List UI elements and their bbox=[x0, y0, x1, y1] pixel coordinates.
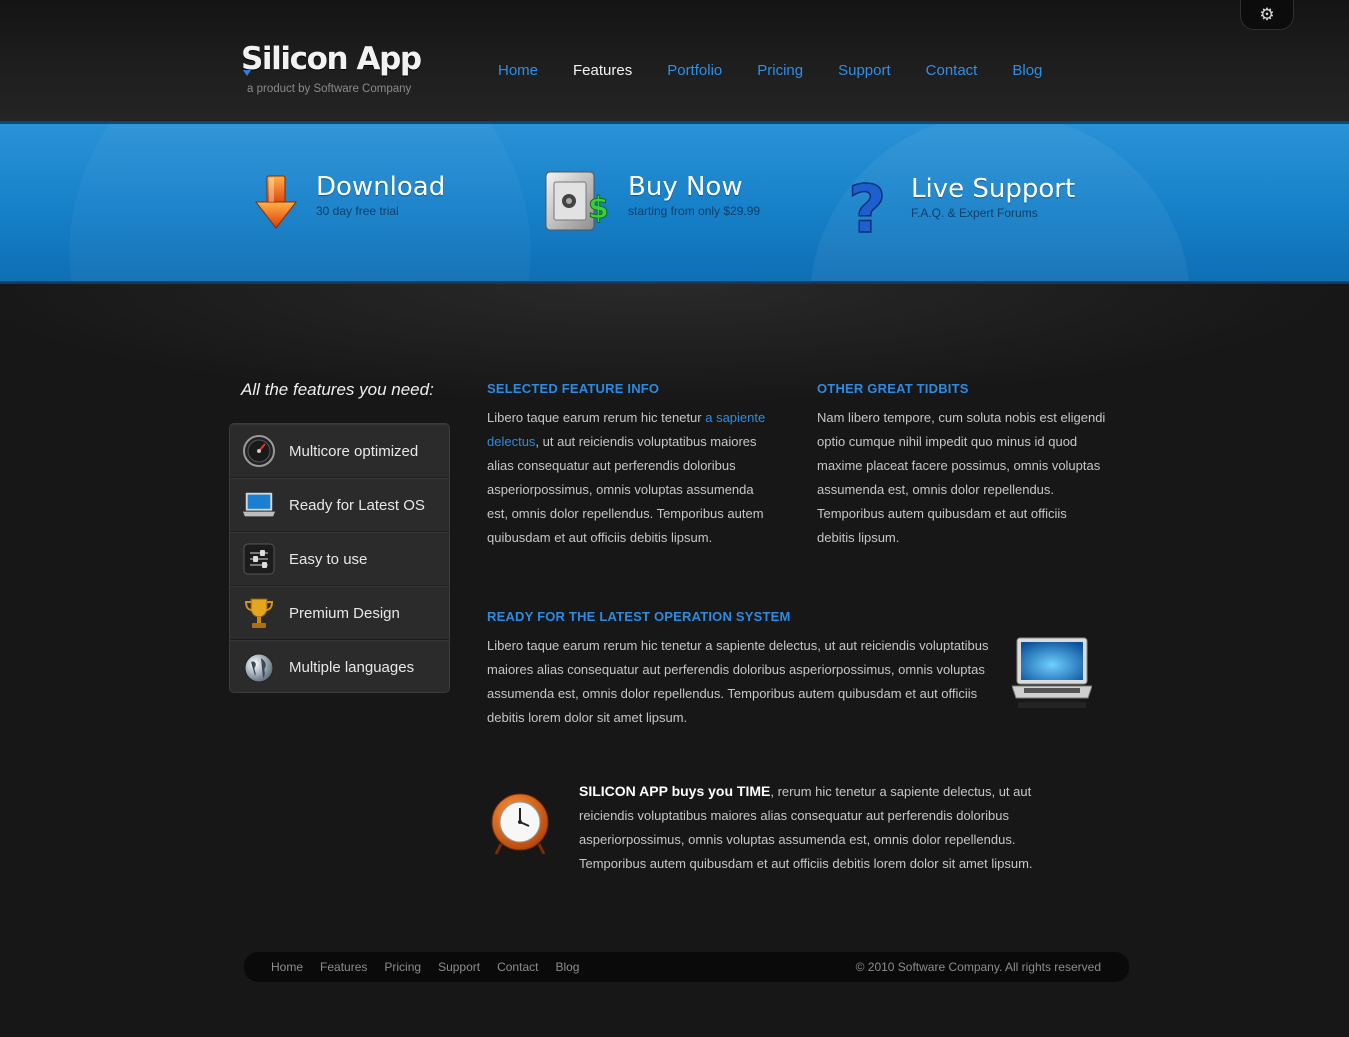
feature-label: Multicore optimized bbox=[289, 442, 419, 460]
question-mark-icon: ? bbox=[846, 170, 894, 251]
settings-button[interactable]: ⚙ bbox=[1240, 0, 1294, 30]
download-subtitle: 30 day free trial bbox=[316, 204, 399, 218]
feature-item-languages[interactable]: Multiple languages bbox=[230, 640, 449, 692]
svg-text:?: ? bbox=[848, 174, 886, 246]
speedometer-icon bbox=[242, 434, 276, 468]
nav-features[interactable]: Features bbox=[573, 62, 632, 80]
logo-mark-icon bbox=[243, 70, 251, 76]
buy-now-cta[interactable]: $ Buy Now starting from only $29.99 bbox=[542, 171, 761, 243]
buy-now-title: Buy Now bbox=[628, 172, 743, 202]
alarm-clock-icon bbox=[489, 792, 551, 865]
time-text: SILICON APP buys you TIME, rerum hic ten… bbox=[579, 779, 1049, 876]
copyright: © 2010 Software Company. All rights rese… bbox=[855, 960, 1101, 974]
feature-label: Ready for Latest OS bbox=[289, 496, 425, 514]
buy-now-subtitle: starting from only $29.99 bbox=[628, 204, 761, 218]
live-support-cta[interactable]: ? Live Support F.A.Q. & Expert Forums bbox=[846, 170, 1076, 251]
svg-text:$: $ bbox=[588, 191, 608, 226]
selected-text-before: Libero taque earum rerum hic tenetur bbox=[487, 410, 706, 425]
footer: Home Features Pricing Support Contact Bl… bbox=[244, 952, 1129, 982]
footer-link-pricing[interactable]: Pricing bbox=[384, 960, 421, 974]
selected-text-after: , ut aut reiciendis voluptatibus maiores… bbox=[487, 434, 764, 545]
os-heading: READY FOR THE LATEST OPERATION SYSTEM bbox=[487, 609, 791, 624]
footer-link-support[interactable]: Support bbox=[438, 960, 480, 974]
footer-link-blog[interactable]: Blog bbox=[555, 960, 579, 974]
feature-item-latest-os[interactable]: Ready for Latest OS bbox=[230, 478, 449, 532]
tidbits-text: Nam libero tempore, cum soluta nobis est… bbox=[817, 410, 1106, 545]
features-heading: All the features you need: bbox=[241, 380, 434, 399]
gears-icon: ⚙ bbox=[1259, 4, 1275, 24]
nav-contact[interactable]: Contact bbox=[926, 62, 978, 80]
live-support-subtitle: F.A.Q. & Expert Forums bbox=[911, 206, 1038, 220]
tidbits-heading: OTHER GREAT TIDBITS bbox=[817, 381, 969, 396]
globe-icon bbox=[242, 651, 276, 685]
feature-label: Multiple languages bbox=[289, 659, 415, 676]
feature-label: Easy to use bbox=[289, 550, 368, 568]
download-arrow-icon bbox=[252, 172, 300, 237]
live-support-title: Live Support bbox=[911, 174, 1076, 204]
laptop-icon bbox=[1011, 636, 1093, 715]
download-cta[interactable]: Download 30 day free trial bbox=[252, 172, 445, 237]
cta-banner: Download 30 day free trial $ Buy Now sta… bbox=[0, 122, 1349, 284]
laptop-icon bbox=[242, 488, 276, 522]
download-title: Download bbox=[316, 172, 446, 202]
nav-portfolio[interactable]: Portfolio bbox=[667, 62, 722, 80]
footer-link-features[interactable]: Features bbox=[320, 960, 367, 974]
nav-blog[interactable]: Blog bbox=[1012, 62, 1042, 80]
logo[interactable]: Silicon App a product by Software Compan… bbox=[241, 40, 422, 95]
sliders-icon bbox=[242, 542, 276, 576]
feature-item-premium-design[interactable]: Premium Design bbox=[230, 586, 449, 640]
feature-list: Multicore optimized Ready for Latest OS … bbox=[229, 423, 450, 693]
main-nav: Home Features Portfolio Pricing Support … bbox=[498, 62, 1077, 80]
safe-dollar-icon: $ bbox=[542, 171, 609, 243]
site-header: ⚙ Silicon App a product by Software Comp… bbox=[0, 0, 1349, 122]
time-bold-text: SILICON APP buys you TIME bbox=[579, 783, 771, 799]
selected-feature-text: Libero taque earum rerum hic tenetur a s… bbox=[487, 406, 777, 550]
os-text: Libero taque earum rerum hic tenetur a s… bbox=[487, 638, 989, 725]
logo-title: Silicon App bbox=[241, 41, 422, 77]
trophy-icon bbox=[242, 596, 276, 630]
footer-link-contact[interactable]: Contact bbox=[497, 960, 538, 974]
selected-feature-heading: SELECTED FEATURE INFO bbox=[487, 381, 660, 396]
feature-label: Premium Design bbox=[289, 604, 400, 622]
feature-item-easy-to-use[interactable]: Easy to use bbox=[230, 532, 449, 586]
nav-home[interactable]: Home bbox=[498, 62, 538, 80]
nav-support[interactable]: Support bbox=[838, 62, 891, 80]
content-glow bbox=[0, 284, 1349, 404]
feature-item-multicore[interactable]: Multicore optimized bbox=[230, 424, 449, 478]
nav-pricing[interactable]: Pricing bbox=[757, 62, 803, 80]
logo-subtitle: a product by Software Company bbox=[247, 83, 412, 95]
footer-link-home[interactable]: Home bbox=[271, 960, 303, 974]
